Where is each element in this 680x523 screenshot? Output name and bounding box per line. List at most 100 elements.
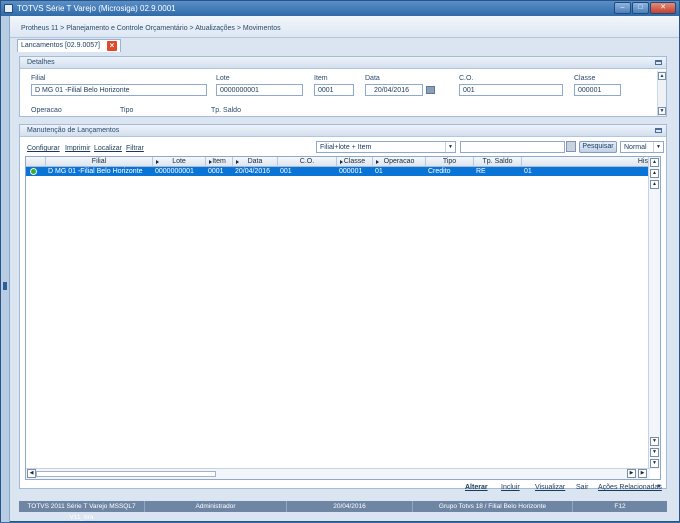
- classe-label: Classe: [574, 75, 596, 82]
- incluir-button[interactable]: Incluir: [501, 484, 520, 491]
- breadcrumb: Protheus 11 > Planejamento e Controle Or…: [10, 16, 679, 38]
- scroll-top-icon[interactable]: ▲: [650, 158, 659, 167]
- scroll-up-icon[interactable]: ▲: [658, 72, 666, 80]
- co-label: C.O.: [459, 75, 474, 82]
- column-header-historico[interactable]: His: [522, 157, 650, 167]
- close-window-button[interactable]: ✕: [650, 2, 676, 14]
- scroll-down-icon[interactable]: ▼: [658, 107, 666, 115]
- grip-icon: [3, 282, 7, 290]
- maximize-button[interactable]: □: [632, 2, 649, 14]
- scroll-bottom-icon[interactable]: ▼: [650, 459, 659, 468]
- calendar-icon[interactable]: [426, 86, 435, 94]
- cell-filial: D MG 01 -Filial Belo Horizonte: [48, 168, 143, 175]
- scrollbar-thumb[interactable]: [36, 471, 216, 477]
- tab-lancamentos[interactable]: Lancamentos [02.9.0057] ×: [17, 39, 122, 52]
- cell-tipo: Credito: [428, 168, 451, 175]
- column-header-tpsaldo[interactable]: Tp. Saldo: [474, 157, 522, 167]
- grid-header: Filial Lote Item Data C.O. Classe Operac…: [26, 157, 650, 167]
- action-bar: Alterar Incluir Visualizar Sair Ações Re…: [19, 481, 667, 495]
- cell-classe: 000001: [339, 168, 363, 175]
- window-title: TOTVS Série T Varejo (Microsiga) 02.9.00…: [17, 4, 176, 13]
- sort-arrow-icon: [340, 160, 343, 164]
- minimize-button[interactable]: –: [614, 2, 631, 14]
- column-header-operacao[interactable]: Operacao: [373, 157, 426, 167]
- column-header-item[interactable]: Item: [206, 157, 233, 167]
- scroll-up-icon[interactable]: ▲: [650, 180, 659, 189]
- lancamentos-grid: Filial Lote Item Data C.O. Classe Operac…: [25, 156, 661, 480]
- co-field[interactable]: 001: [459, 84, 563, 96]
- view-select[interactable]: Normal ▼: [620, 141, 664, 153]
- sort-arrow-icon: [376, 160, 379, 164]
- status-ok-icon: [30, 168, 37, 175]
- tab-bar: Lancamentos [02.9.0057] ×: [10, 38, 679, 52]
- lote-field[interactable]: 0000000001: [216, 84, 303, 96]
- collapse-icon[interactable]: [655, 128, 662, 133]
- cell-data: 20/04/2016: [235, 168, 271, 175]
- scroll-left-icon[interactable]: ◀: [27, 469, 36, 478]
- tpsaldo-label: Tp. Saldo: [211, 107, 241, 114]
- side-panel-toggle[interactable]: [1, 16, 10, 522]
- column-header-data[interactable]: Data: [233, 157, 278, 167]
- cell-historico: 01: [524, 168, 532, 175]
- status-column-header: [26, 157, 46, 167]
- column-header-filial[interactable]: Filial: [46, 157, 153, 167]
- column-header-tipo[interactable]: Tipo: [426, 157, 474, 167]
- column-header-item-label: Item: [212, 158, 226, 165]
- detalhes-panel: Detalhes Filial D MG 01 -Filial Belo Hor…: [19, 56, 667, 117]
- acoes-relacionadas-button[interactable]: Ações Relacionadas: [598, 484, 662, 491]
- title-bar: TOTVS Série T Varejo (Microsiga) 02.9.00…: [1, 1, 679, 16]
- sair-button[interactable]: Sair: [576, 484, 588, 491]
- classe-field[interactable]: 000001: [574, 84, 621, 96]
- tab-label: Lancamentos [02.9.0057]: [21, 42, 101, 49]
- data-field[interactable]: 20/04/2016: [365, 84, 423, 96]
- cell-lote: 0000000001: [155, 168, 194, 175]
- sort-arrow-icon: [236, 160, 239, 164]
- data-label: Data: [365, 75, 380, 82]
- column-header-lote[interactable]: Lote: [153, 157, 206, 167]
- detalhes-header: Detalhes: [20, 57, 666, 69]
- chevron-down-icon[interactable]: ▼: [445, 142, 455, 152]
- cell-co: 001: [280, 168, 292, 175]
- search-options-icon[interactable]: [566, 141, 576, 152]
- filtrar-link[interactable]: Filtrar: [126, 145, 144, 152]
- index-select-value: Filial+lote + Item: [320, 144, 372, 151]
- scroll-end-icon[interactable]: ▶: [638, 469, 647, 478]
- column-header-data-label: Data: [247, 158, 263, 165]
- column-header-lote-label: Lote: [172, 158, 186, 165]
- alterar-button[interactable]: Alterar: [465, 484, 488, 491]
- main-window: TOTVS Série T Varejo (Microsiga) 02.9.00…: [0, 0, 680, 522]
- sort-arrow-icon: [156, 160, 159, 164]
- grid-horizontal-scrollbar[interactable]: ◀ ▶ ▶: [26, 468, 650, 479]
- app-icon: [4, 4, 13, 13]
- scroll-down-icon[interactable]: ▼: [650, 437, 659, 446]
- chevron-down-icon[interactable]: ▼: [656, 484, 662, 490]
- localizar-link[interactable]: Localizar: [94, 145, 122, 152]
- index-select[interactable]: Filial+lote + Item ▼: [316, 141, 456, 153]
- status-date: 20/04/2016: [287, 501, 413, 512]
- status-user: Administrador: [145, 501, 287, 512]
- filial-label: Filial: [31, 75, 46, 82]
- chevron-down-icon[interactable]: ▼: [653, 142, 663, 152]
- table-row[interactable]: D MG 01 -Filial Belo Horizonte 000000000…: [26, 167, 650, 176]
- filial-field[interactable]: D MG 01 -Filial Belo Horizonte: [31, 84, 207, 96]
- visualizar-button[interactable]: Visualizar: [535, 484, 565, 491]
- grid-toolbar: Configurar Imprimir Localizar Filtrar Fi…: [20, 140, 666, 155]
- grid-vertical-scrollbar[interactable]: ▲ ▲ ▲ ▼ ▼ ▼: [648, 157, 660, 469]
- column-header-classe[interactable]: Classe: [337, 157, 373, 167]
- imprimir-link[interactable]: Imprimir: [65, 145, 90, 152]
- manutencao-title: Manutenção de Lançamentos: [27, 127, 120, 134]
- column-header-classe-label: Classe: [343, 158, 366, 165]
- close-tab-icon[interactable]: ×: [107, 41, 118, 51]
- scroll-page-down-icon[interactable]: ▼: [650, 448, 659, 457]
- detalhes-scrollbar[interactable]: ▲ ▼: [657, 71, 666, 116]
- scroll-right-icon[interactable]: ▶: [627, 469, 636, 478]
- collapse-icon[interactable]: [655, 60, 662, 65]
- pesquisar-button[interactable]: Pesquisar: [579, 141, 617, 153]
- search-input[interactable]: [460, 141, 565, 153]
- status-group: Grupo Totvs 18 / Filial Belo Horizonte: [413, 501, 573, 512]
- configurar-link[interactable]: Configurar: [27, 145, 60, 152]
- column-header-co[interactable]: C.O.: [278, 157, 337, 167]
- detalhes-title: Detalhes: [27, 59, 55, 66]
- scroll-page-up-icon[interactable]: ▲: [650, 169, 659, 178]
- item-field[interactable]: 0001: [314, 84, 354, 96]
